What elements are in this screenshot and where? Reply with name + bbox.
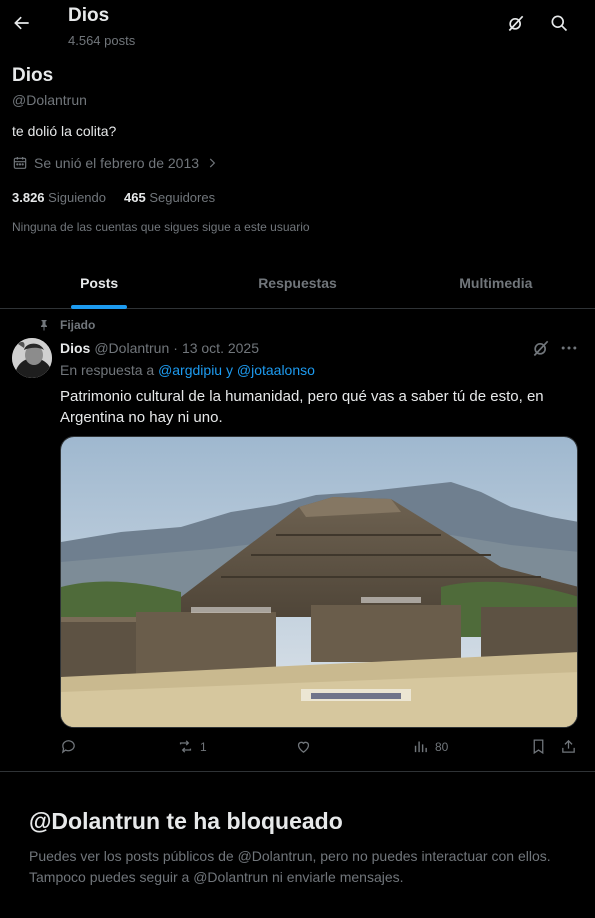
share-icon [562, 739, 575, 753]
chevron-right-icon [209, 158, 216, 168]
profile-tabs: Posts Respuestas Multimedia [0, 258, 595, 309]
following-count: 3.826 [12, 190, 45, 205]
profile-handle: @Dolantrun [12, 92, 87, 108]
followers-link[interactable]: 465 Seguidores [124, 190, 215, 205]
views-count: 80 [435, 739, 449, 754]
grok-icon[interactable] [531, 338, 553, 360]
more-options-icon[interactable] [558, 338, 580, 360]
post-date[interactable]: 13 oct. 2025 [182, 340, 259, 356]
joined-text: Se unió el febrero de 2013 [34, 155, 200, 171]
tab-posts[interactable]: Posts [0, 258, 198, 308]
grok-icon[interactable] [499, 6, 533, 40]
views-button[interactable]: 80 [412, 738, 448, 755]
top-bar: Dios 4.564 posts [0, 0, 595, 56]
following-label: Siguiendo [48, 190, 106, 205]
share-button[interactable] [560, 738, 577, 755]
pinned-label: Fijado [60, 318, 96, 332]
profile-name: Dios [12, 65, 54, 86]
back-arrow-icon[interactable] [5, 6, 39, 40]
reply-prefix: En respuesta a [60, 362, 155, 378]
like-button[interactable] [295, 738, 312, 755]
post-header: Dios @Dolantrun · 13 oct. 2025 [60, 340, 259, 356]
post-actions: 1 80 [60, 738, 578, 762]
views-icon [414, 741, 427, 753]
reply-button[interactable] [60, 738, 77, 755]
tab-multimedia[interactable]: Multimedia [397, 258, 595, 308]
post-author-handle[interactable]: @Dolantrun [94, 340, 169, 356]
follow-stats: 3.826 Siguiendo 465 Seguidores [12, 190, 215, 205]
followers-label: Seguidores [149, 190, 216, 205]
followers-count: 465 [124, 190, 146, 205]
avatar[interactable] [12, 338, 52, 378]
posts-count: 4.564 posts [68, 33, 136, 48]
reply-icon [61, 740, 75, 754]
reply-mentions[interactable]: @argdipiu y @jotaalonso [158, 362, 315, 378]
bookmark-icon [533, 739, 544, 755]
heart-icon [297, 741, 310, 753]
no-known-followers: Ninguna de las cuentas que sigues sigue … [12, 220, 310, 234]
retweet-count: 1 [200, 739, 207, 754]
divider [0, 771, 595, 772]
pin-icon [41, 320, 47, 331]
retweet-button[interactable]: 1 [177, 738, 207, 755]
post-text: Patrimonio cultural de la humanidad, per… [60, 388, 544, 426]
header-title: Dios [68, 5, 110, 26]
post-separator: · [173, 340, 178, 356]
post-author-name[interactable]: Dios [60, 340, 90, 356]
following-link[interactable]: 3.826 Siguiendo [12, 190, 106, 205]
bookmark-button[interactable] [530, 738, 547, 755]
retweet-icon [179, 740, 192, 753]
reply-to: En respuesta a @argdipiu y @jotaalonso [60, 362, 315, 378]
search-icon[interactable] [542, 6, 576, 40]
profile-bio: te dolió la colita? [12, 123, 117, 139]
blocked-title: @Dolantrun te ha bloqueado [29, 808, 343, 834]
post-image[interactable] [60, 436, 578, 728]
blocked-text: Puedes ver los posts públicos de @Dolant… [29, 848, 551, 885]
tab-respuestas[interactable]: Respuestas [198, 258, 396, 308]
pinned-indicator: Fijado [38, 318, 95, 332]
joined-date[interactable]: Se unió el febrero de 2013 [12, 155, 219, 171]
calendar-icon [13, 157, 27, 169]
